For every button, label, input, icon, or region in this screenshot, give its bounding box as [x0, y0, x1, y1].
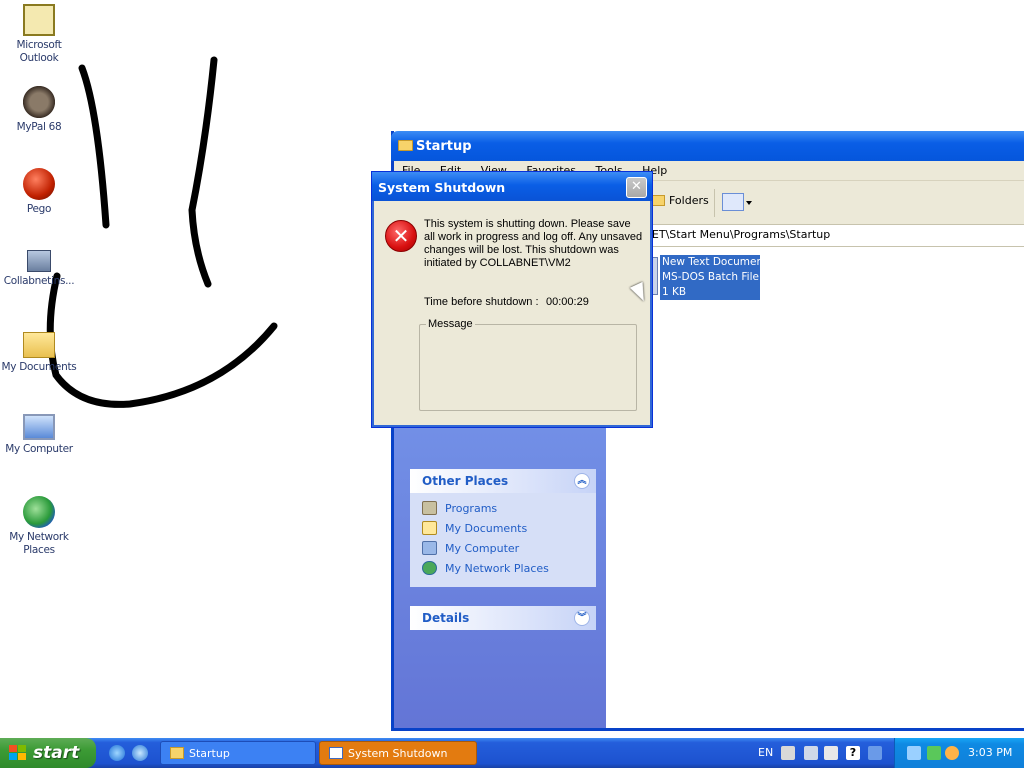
- dialog-title: System Shutdown: [378, 180, 506, 195]
- link-my-network-places[interactable]: My Network Places: [422, 559, 596, 579]
- outlook-icon: [23, 4, 55, 36]
- raccoon-icon: [23, 86, 55, 118]
- file-type: MS-DOS Batch File: [660, 270, 760, 285]
- documents-icon: [422, 521, 437, 535]
- views-button[interactable]: [722, 193, 752, 211]
- link-label: My Network Places: [445, 562, 549, 575]
- link-label: Programs: [445, 502, 498, 515]
- taskbar-item-system-shutdown[interactable]: System Shutdown: [319, 741, 477, 765]
- internet-explorer-icon[interactable]: [109, 745, 125, 761]
- details-panel: Details ︾: [410, 606, 596, 630]
- folders-icon: [651, 195, 665, 206]
- close-button[interactable]: ✕: [626, 177, 647, 198]
- file-list: New Text Document MS-DOS Batch File 1 KB: [606, 247, 1024, 728]
- security-icon[interactable]: [927, 746, 941, 760]
- desktop-icon-pego[interactable]: Pego: [0, 168, 78, 216]
- timer-label: Time before shutdown :: [424, 296, 539, 308]
- file-size: 1 KB: [660, 285, 760, 300]
- red-ball-icon: [23, 168, 55, 200]
- desktop-icon-my-computer[interactable]: My Computer: [0, 414, 78, 456]
- start-button[interactable]: start: [0, 738, 96, 768]
- network-places-icon: [23, 496, 55, 528]
- other-places-header[interactable]: Other Places ︽: [410, 469, 596, 493]
- toolbar-separator: [714, 189, 715, 217]
- task-label: Startup: [189, 747, 230, 760]
- help-icon[interactable]: ?: [846, 746, 860, 760]
- network-places-icon: [422, 561, 437, 575]
- documents-folder-icon: [23, 332, 55, 358]
- other-places-panel: Other Places ︽ Programs My Documents My …: [410, 469, 596, 587]
- pen-icon[interactable]: [804, 746, 818, 760]
- desktop-icon-label: My Computer: [5, 443, 73, 455]
- link-label: My Documents: [445, 522, 528, 535]
- window-title: Startup: [416, 139, 472, 154]
- file-name: New Text Document: [660, 255, 768, 270]
- desktop-icon-label: MyPal 68: [16, 121, 62, 133]
- link-label: My Computer: [445, 542, 520, 555]
- desktop-icon-my-documents[interactable]: My Documents: [0, 332, 78, 374]
- error-icon: ✕: [385, 220, 417, 252]
- language-indicator[interactable]: EN: [758, 746, 773, 759]
- collapse-icon[interactable]: ︽: [574, 473, 590, 489]
- keyboard-icon[interactable]: [781, 746, 795, 760]
- file-item[interactable]: New Text Document MS-DOS Batch File 1 KB: [650, 255, 768, 300]
- link-my-computer[interactable]: My Computer: [422, 539, 596, 559]
- desktop-icon-label: Microsoft Outlook: [16, 39, 62, 64]
- desktop-icon-label: My Network Places: [9, 531, 69, 556]
- desktop-icon-collabnet[interactable]: Collabnetins...: [0, 250, 78, 288]
- details-title: Details: [422, 611, 470, 625]
- close-icon: ✕: [631, 179, 642, 194]
- smiley-drawing: [46, 56, 278, 408]
- computer-icon: [23, 414, 55, 440]
- computer-icon: [422, 541, 437, 555]
- desktop-icon-my-network-places[interactable]: My Network Places: [0, 496, 78, 557]
- start-label: start: [33, 743, 80, 763]
- dialog-titlebar[interactable]: System Shutdown: [372, 172, 652, 201]
- taskbar: start Startup System Shutdown EN ? 3:03 …: [0, 738, 1024, 768]
- browser-icon[interactable]: [132, 745, 148, 761]
- windows-flag-icon: [9, 745, 27, 761]
- clock[interactable]: 3:03 PM: [968, 746, 1012, 759]
- link-programs[interactable]: Programs: [422, 499, 596, 519]
- shutdown-message: This system is shutting down. Please sav…: [424, 218, 643, 269]
- expand-icon[interactable]: ︾: [574, 610, 590, 626]
- folder-icon: [170, 747, 184, 759]
- desktop-icon-label: Pego: [26, 203, 52, 215]
- desktop-icon-label: My Documents: [1, 361, 77, 373]
- desktop-icon-outlook[interactable]: Microsoft Outlook: [0, 4, 78, 65]
- task-label: System Shutdown: [348, 747, 448, 760]
- programs-icon: [422, 501, 437, 515]
- desktop-icon-label: Collabnetins...: [3, 275, 75, 287]
- folders-button[interactable]: Folders: [651, 194, 709, 207]
- folders-label: Folders: [669, 194, 709, 207]
- folder-icon: [398, 140, 413, 151]
- taskbar-item-startup[interactable]: Startup: [160, 741, 316, 765]
- other-places-title: Other Places: [422, 474, 509, 488]
- window-icon: [329, 747, 343, 759]
- network-icon[interactable]: [907, 746, 921, 760]
- options-icon[interactable]: [868, 746, 882, 760]
- explorer-titlebar[interactable]: Startup: [391, 131, 1024, 161]
- handwriting-icon[interactable]: [824, 746, 838, 760]
- message-group-label: Message: [426, 318, 475, 330]
- message-groupbox: [419, 324, 637, 411]
- search-icon[interactable]: [945, 746, 959, 760]
- details-header[interactable]: Details ︾: [410, 606, 596, 630]
- network-computer-icon: [27, 250, 51, 272]
- link-my-documents[interactable]: My Documents: [422, 519, 596, 539]
- timer-value: 00:00:29: [546, 296, 589, 308]
- system-shutdown-dialog: System Shutdown ✕ ✕ This system is shutt…: [371, 171, 653, 428]
- desktop-icon-mypal[interactable]: MyPal 68: [0, 86, 78, 134]
